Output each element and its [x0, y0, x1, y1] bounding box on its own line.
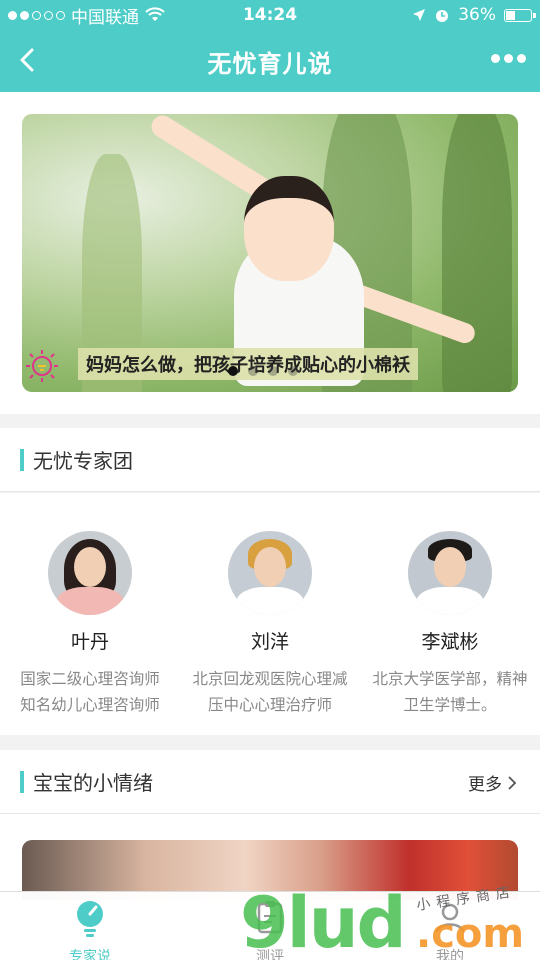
tab-label: 专家说	[69, 949, 111, 960]
lightbulb-icon	[26, 350, 58, 382]
emotions-section-title: 宝宝的小情绪	[33, 771, 153, 795]
expert-avatar	[408, 531, 492, 615]
banner-carousel[interactable]: 妈妈怎么做，把孩子培养成贴心的小棉袄	[22, 114, 518, 392]
expert-card[interactable]: 刘洋 北京回龙观医院心理减 压中心心理治疗师	[180, 531, 360, 718]
clipboard-icon	[257, 901, 283, 934]
expert-desc-line: 知名幼儿心理咨询师	[20, 696, 160, 714]
status-bar: 中国联通 14:24 36%	[0, 0, 540, 30]
expert-desc: 北京回龙观医院心理减 压中心心理治疗师	[180, 666, 360, 718]
more-link-label: 更多	[468, 775, 502, 795]
more-link[interactable]: 更多	[468, 770, 518, 795]
battery-percent: 36%	[458, 5, 496, 25]
expert-desc: 北京大学医学部，精神 卫生学博士。	[360, 666, 540, 718]
banner-section: 妈妈怎么做，把孩子培养成贴心的小棉袄	[0, 92, 540, 414]
nav-bar: 无忧育儿说	[0, 30, 540, 92]
lightbulb-icon	[77, 901, 103, 937]
carousel-indicators	[228, 366, 298, 376]
expert-card[interactable]: 叶丹 国家二级心理咨询师 知名幼儿心理咨询师	[0, 531, 180, 718]
experts-list: 叶丹 国家二级心理咨询师 知名幼儿心理咨询师 刘洋 北京回龙观医院心理减 压中心…	[0, 493, 540, 735]
expert-avatar	[228, 531, 312, 615]
expert-desc-line: 压中心心理治疗师	[207, 696, 332, 714]
carrier-label: 中国联通	[71, 7, 139, 28]
signal-icon	[8, 10, 65, 20]
section-accent-bar	[20, 448, 24, 471]
experts-section-title: 无忧专家团	[33, 449, 133, 473]
carousel-dot[interactable]	[228, 366, 238, 376]
expert-name: 刘洋	[250, 631, 289, 653]
user-icon	[435, 903, 465, 933]
carousel-dot[interactable]	[268, 366, 278, 376]
banner-image-child-head	[244, 176, 334, 281]
wifi-icon	[145, 7, 165, 21]
location-arrow-icon	[413, 9, 426, 21]
tab-label: 我的	[436, 949, 464, 960]
expert-desc-line: 北京大学医学部，精神	[372, 670, 528, 688]
alarm-clock-icon	[436, 10, 449, 22]
tab-label: 测评	[256, 949, 284, 960]
expert-desc-line: 北京回龙观医院心理减	[192, 670, 348, 688]
battery-icon	[504, 8, 536, 22]
expert-desc-line: 国家二级心理咨询师	[20, 670, 160, 688]
experts-section-header: 无忧专家团	[0, 428, 540, 492]
carousel-dot[interactable]	[288, 366, 298, 376]
tab-assessment[interactable]: 测评	[180, 898, 360, 960]
emotions-section-header: 宝宝的小情绪 更多	[0, 750, 540, 814]
tab-bar: 专家说 测评 我的	[0, 891, 540, 960]
expert-card[interactable]: 李斌彬 北京大学医学部，精神 卫生学博士。	[360, 531, 540, 718]
section-accent-bar	[20, 770, 24, 793]
expert-desc-line: 卫生学博士。	[403, 696, 497, 714]
expert-avatar	[48, 531, 132, 615]
more-dots-icon[interactable]	[491, 54, 526, 63]
chevron-left-icon[interactable]	[12, 42, 48, 78]
expert-name: 叶丹	[70, 631, 109, 653]
page-title: 无忧育儿说	[207, 49, 333, 78]
status-time: 14:24	[242, 5, 298, 25]
carousel-dot[interactable]	[248, 366, 258, 376]
chevron-right-icon	[508, 775, 517, 790]
expert-name: 李斌彬	[421, 631, 479, 653]
tab-mine[interactable]: 我的	[360, 898, 540, 960]
tab-experts[interactable]: 专家说	[0, 898, 180, 960]
expert-desc: 国家二级心理咨询师 知名幼儿心理咨询师	[0, 666, 180, 718]
